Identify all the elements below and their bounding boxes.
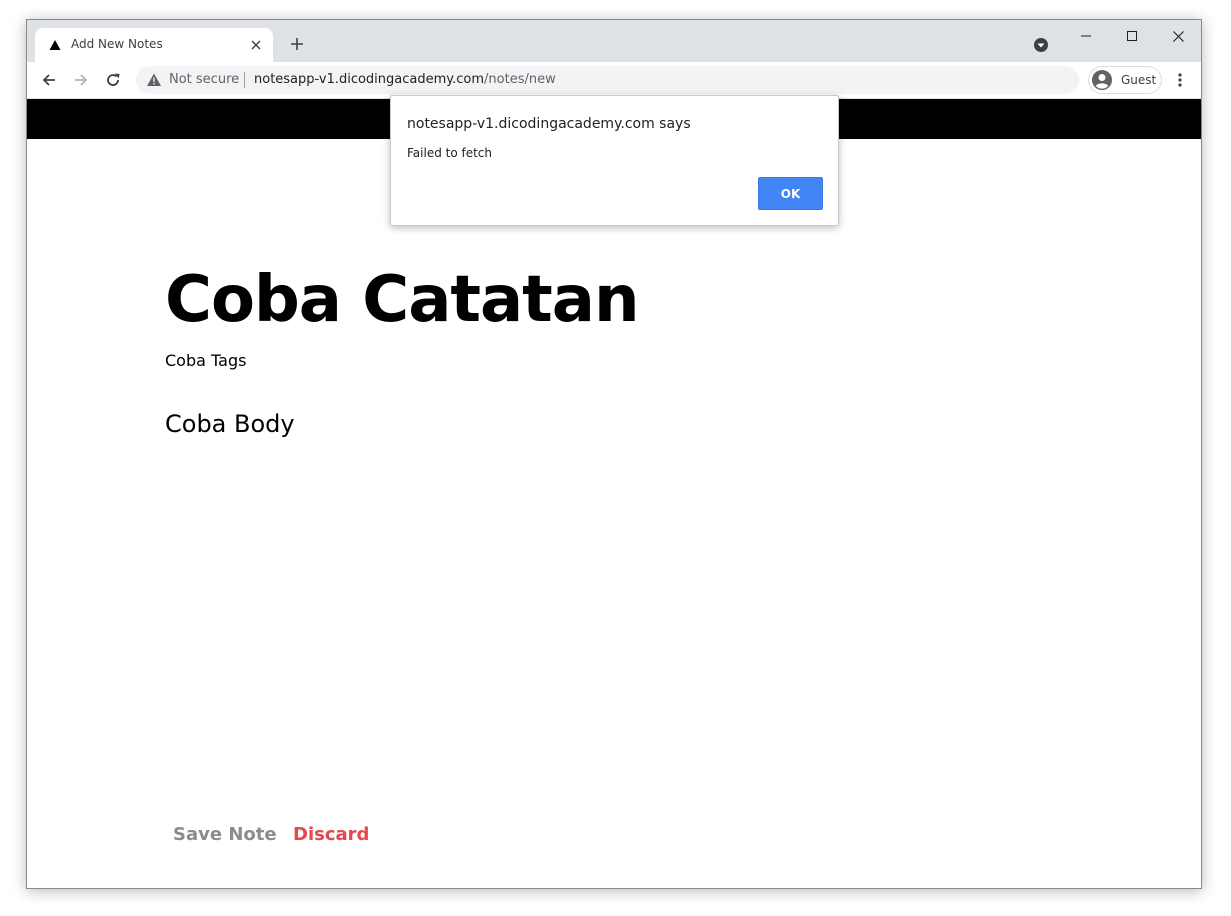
url-text[interactable]: notesapp-v1.dicodingacademy.com/notes/ne… (254, 72, 556, 87)
tab-strip: Add New Notes (27, 20, 1201, 62)
save-note-button[interactable]: Save Note (173, 824, 277, 845)
profile-button[interactable]: Guest (1088, 66, 1162, 94)
tab-close-icon[interactable] (247, 36, 265, 54)
triangle-favicon-icon (49, 40, 61, 50)
profile-label: Guest (1121, 73, 1157, 87)
avatar-icon (1092, 70, 1112, 90)
tab-add-new-notes[interactable]: Add New Notes (35, 28, 273, 62)
url-host: notesapp-v1.dicodingacademy.com (254, 72, 485, 87)
alert-dialog: notesapp-v1.dicodingacademy.com says Fai… (390, 95, 839, 226)
alert-ok-button[interactable]: OK (758, 177, 823, 210)
url-path: /notes/new (484, 72, 556, 87)
back-arrow-icon[interactable] (37, 68, 61, 92)
alert-origin-text: notesapp-v1.dicodingacademy.com says (407, 116, 691, 132)
browser-toolbar: Not secure notesapp-v1.dicodingacademy.c… (27, 62, 1201, 99)
warning-icon[interactable] (146, 72, 162, 88)
alert-message-text: Failed to fetch (407, 146, 493, 160)
maximize-icon[interactable] (1109, 22, 1155, 50)
new-tab-icon[interactable] (287, 34, 307, 54)
reload-icon[interactable] (101, 68, 125, 92)
note-tags-input[interactable]: Coba Tags (165, 351, 246, 370)
note-body-editor[interactable]: Coba Body (165, 410, 295, 438)
omnibox-divider (244, 72, 245, 88)
forward-arrow-icon[interactable] (69, 68, 93, 92)
window-close-icon[interactable] (1155, 22, 1201, 50)
minimize-icon[interactable] (1063, 22, 1109, 50)
discard-button[interactable]: Discard (293, 824, 369, 845)
tab-title: Add New Notes (71, 37, 163, 51)
tab-search-icon[interactable] (1033, 37, 1049, 53)
address-bar[interactable]: Not secure notesapp-v1.dicodingacademy.c… (136, 66, 1079, 94)
note-title-input[interactable]: Coba Catatan (165, 262, 639, 338)
more-options-icon[interactable] (1170, 68, 1190, 92)
not-secure-label[interactable]: Not secure (169, 72, 239, 87)
